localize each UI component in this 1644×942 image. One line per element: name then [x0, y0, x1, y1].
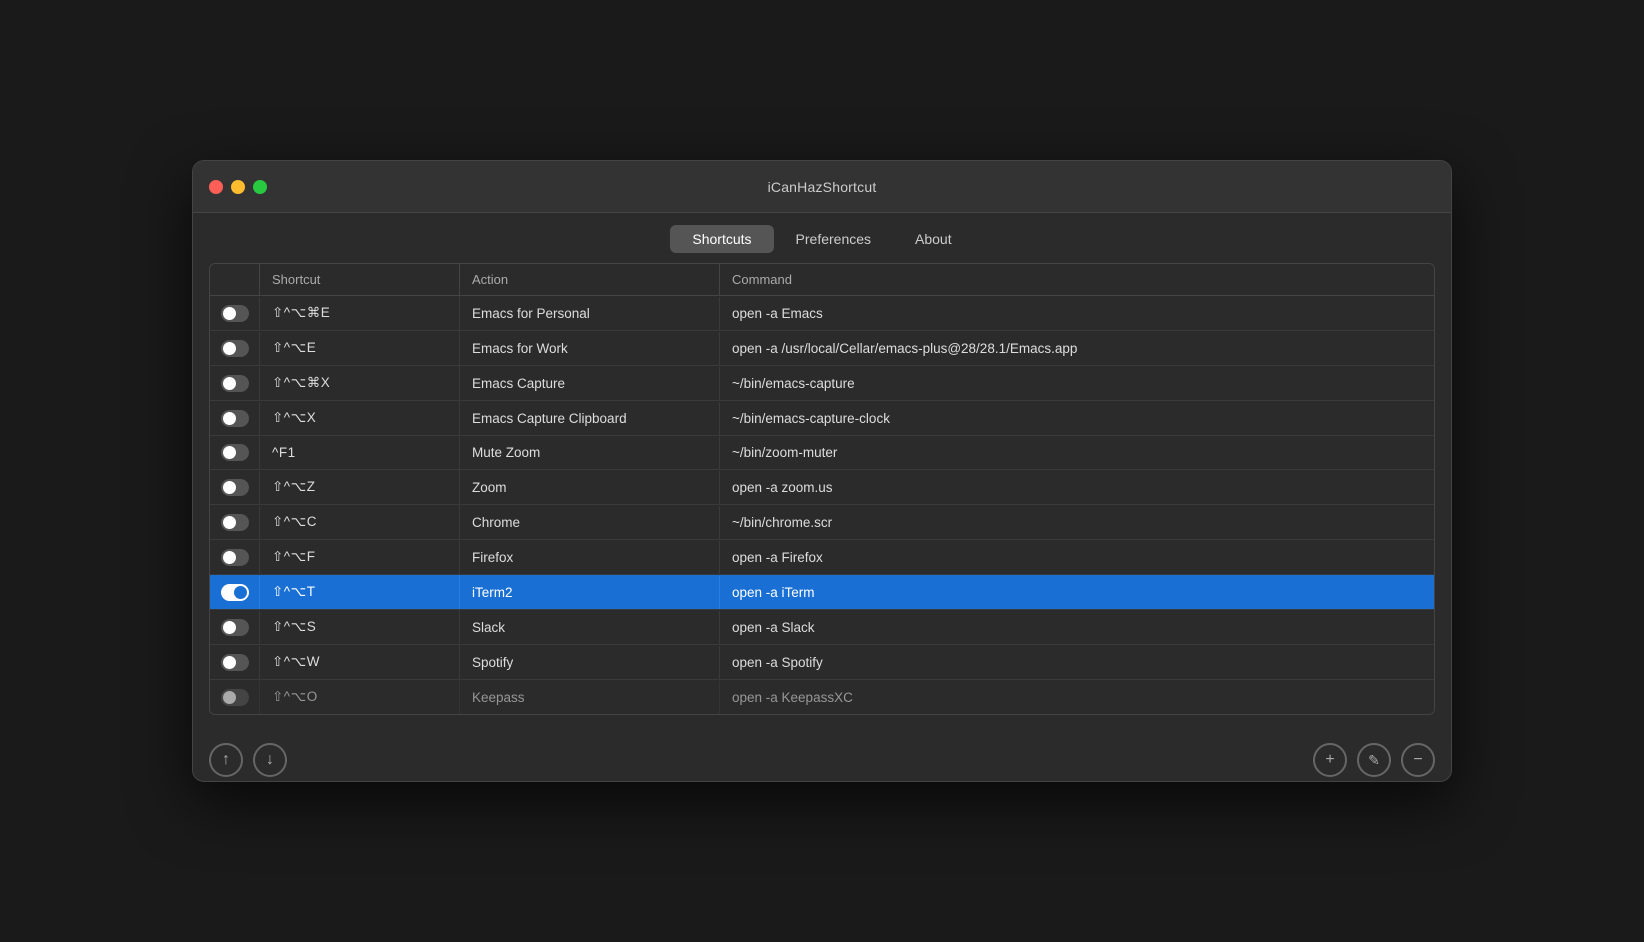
shortcut-cell: ⇧^⌥S	[260, 610, 460, 644]
header-shortcut: Shortcut	[260, 264, 460, 295]
table-body: ⇧^⌥⌘EEmacs for Personalopen -a Emacs⇧^⌥E…	[210, 296, 1434, 714]
shortcut-cell: ^F1	[260, 436, 460, 469]
toggle-switch[interactable]	[221, 549, 249, 566]
table-row[interactable]: ⇧^⌥ZZoomopen -a zoom.us	[210, 470, 1434, 505]
toggle-cell	[210, 646, 260, 679]
table-row[interactable]: ⇧^⌥FFirefoxopen -a Firefox	[210, 540, 1434, 575]
minimize-button[interactable]	[231, 180, 245, 194]
toggle-cell	[210, 402, 260, 435]
header-action: Action	[460, 264, 720, 295]
shortcut-cell: ⇧^⌥T	[260, 575, 460, 609]
traffic-lights	[209, 180, 267, 194]
main-content: Shortcut Action Command ⇧^⌥⌘EEmacs for P…	[193, 263, 1451, 731]
shortcut-cell: ⇧^⌥F	[260, 540, 460, 574]
toggle-switch[interactable]	[221, 375, 249, 392]
table-row[interactable]: ⇧^⌥CChrome~/bin/chrome.scr	[210, 505, 1434, 540]
shortcut-cell: ⇧^⌥E	[260, 331, 460, 365]
shortcut-cell: ⇧^⌥W	[260, 645, 460, 679]
toggle-cell	[210, 297, 260, 330]
command-cell: open -a zoom.us	[720, 471, 1434, 504]
action-cell: Keepass	[460, 681, 720, 714]
action-cell: Mute Zoom	[460, 436, 720, 469]
toggle-cell	[210, 367, 260, 400]
tab-about[interactable]: About	[893, 225, 974, 253]
toggle-cell	[210, 541, 260, 574]
close-button[interactable]	[209, 180, 223, 194]
command-cell: open -a /usr/local/Cellar/emacs-plus@28/…	[720, 332, 1434, 365]
action-cell: Emacs for Personal	[460, 297, 720, 330]
move-down-button[interactable]: ↓	[253, 743, 287, 777]
table-row[interactable]: ⇧^⌥EEmacs for Workopen -a /usr/local/Cel…	[210, 331, 1434, 366]
action-cell: Spotify	[460, 646, 720, 679]
tab-shortcuts[interactable]: Shortcuts	[670, 225, 773, 253]
toggle-switch[interactable]	[221, 340, 249, 357]
command-cell: ~/bin/emacs-capture	[720, 367, 1434, 400]
table-row[interactable]: ⇧^⌥OKeepassopen -a KeepassXC	[210, 680, 1434, 714]
table-row[interactable]: ⇧^⌥SSlackopen -a Slack	[210, 610, 1434, 645]
window-title: iCanHazShortcut	[768, 179, 877, 195]
tab-preferences[interactable]: Preferences	[774, 225, 893, 253]
table-row[interactable]: ^F1Mute Zoom~/bin/zoom-muter	[210, 436, 1434, 470]
action-cell: Chrome	[460, 506, 720, 539]
table-row[interactable]: ⇧^⌥XEmacs Capture Clipboard~/bin/emacs-c…	[210, 401, 1434, 436]
remove-button[interactable]: −	[1401, 743, 1435, 777]
toggle-switch[interactable]	[221, 619, 249, 636]
command-cell: open -a Spotify	[720, 646, 1434, 679]
add-button[interactable]: +	[1313, 743, 1347, 777]
toggle-switch[interactable]	[221, 305, 249, 322]
action-cell: Slack	[460, 611, 720, 644]
toggle-cell	[210, 471, 260, 504]
toggle-cell	[210, 506, 260, 539]
move-up-button[interactable]: ↑	[209, 743, 243, 777]
command-cell: open -a Emacs	[720, 297, 1434, 330]
toggle-switch[interactable]	[221, 514, 249, 531]
action-cell: Emacs Capture	[460, 367, 720, 400]
toggle-cell	[210, 611, 260, 644]
action-cell: Zoom	[460, 471, 720, 504]
edit-button[interactable]: ✎	[1357, 743, 1391, 777]
toggle-cell	[210, 681, 260, 714]
shortcut-cell: ⇧^⌥Z	[260, 470, 460, 504]
command-cell: ~/bin/chrome.scr	[720, 506, 1434, 539]
toggle-switch[interactable]	[221, 444, 249, 461]
command-cell: open -a Slack	[720, 611, 1434, 644]
toggle-switch[interactable]	[221, 410, 249, 427]
action-cell: Emacs for Work	[460, 332, 720, 365]
toggle-switch[interactable]	[221, 654, 249, 671]
toggle-switch[interactable]	[221, 689, 249, 706]
shortcut-cell: ⇧^⌥C	[260, 505, 460, 539]
shortcut-cell: ⇧^⌥X	[260, 401, 460, 435]
table-row[interactable]: ⇧^⌥⌘XEmacs Capture~/bin/emacs-capture	[210, 366, 1434, 401]
shortcut-cell: ⇧^⌥⌘X	[260, 366, 460, 400]
header-command: Command	[720, 264, 1434, 295]
shortcut-cell: ⇧^⌥O	[260, 680, 460, 714]
crud-buttons: + ✎ −	[1313, 743, 1435, 777]
shortcuts-table: Shortcut Action Command ⇧^⌥⌘EEmacs for P…	[209, 263, 1435, 715]
title-bar: iCanHazShortcut	[193, 161, 1451, 213]
header-toggle	[210, 264, 260, 295]
toggle-switch[interactable]	[221, 584, 249, 601]
command-cell: ~/bin/emacs-capture-clock	[720, 402, 1434, 435]
toggle-cell	[210, 436, 260, 469]
toggle-cell	[210, 576, 260, 609]
bottom-bar: ↑ ↓ + ✎ −	[193, 731, 1451, 781]
maximize-button[interactable]	[253, 180, 267, 194]
table-row[interactable]: ⇧^⌥WSpotifyopen -a Spotify	[210, 645, 1434, 680]
action-cell: Firefox	[460, 541, 720, 574]
action-cell: iTerm2	[460, 576, 720, 609]
command-cell: open -a Firefox	[720, 541, 1434, 574]
command-cell: ~/bin/zoom-muter	[720, 436, 1434, 469]
toggle-switch[interactable]	[221, 479, 249, 496]
action-cell: Emacs Capture Clipboard	[460, 402, 720, 435]
main-window: iCanHazShortcut Shortcuts Preferences Ab…	[192, 160, 1452, 782]
table-row[interactable]: ⇧^⌥TiTerm2open -a iTerm	[210, 575, 1434, 610]
shortcut-cell: ⇧^⌥⌘E	[260, 296, 460, 330]
toggle-cell	[210, 332, 260, 365]
tab-bar: Shortcuts Preferences About	[193, 213, 1451, 263]
table-header: Shortcut Action Command	[210, 264, 1434, 296]
reorder-buttons: ↑ ↓	[209, 743, 287, 777]
table-row[interactable]: ⇧^⌥⌘EEmacs for Personalopen -a Emacs	[210, 296, 1434, 331]
command-cell: open -a KeepassXC	[720, 681, 1434, 714]
command-cell: open -a iTerm	[720, 576, 1434, 609]
